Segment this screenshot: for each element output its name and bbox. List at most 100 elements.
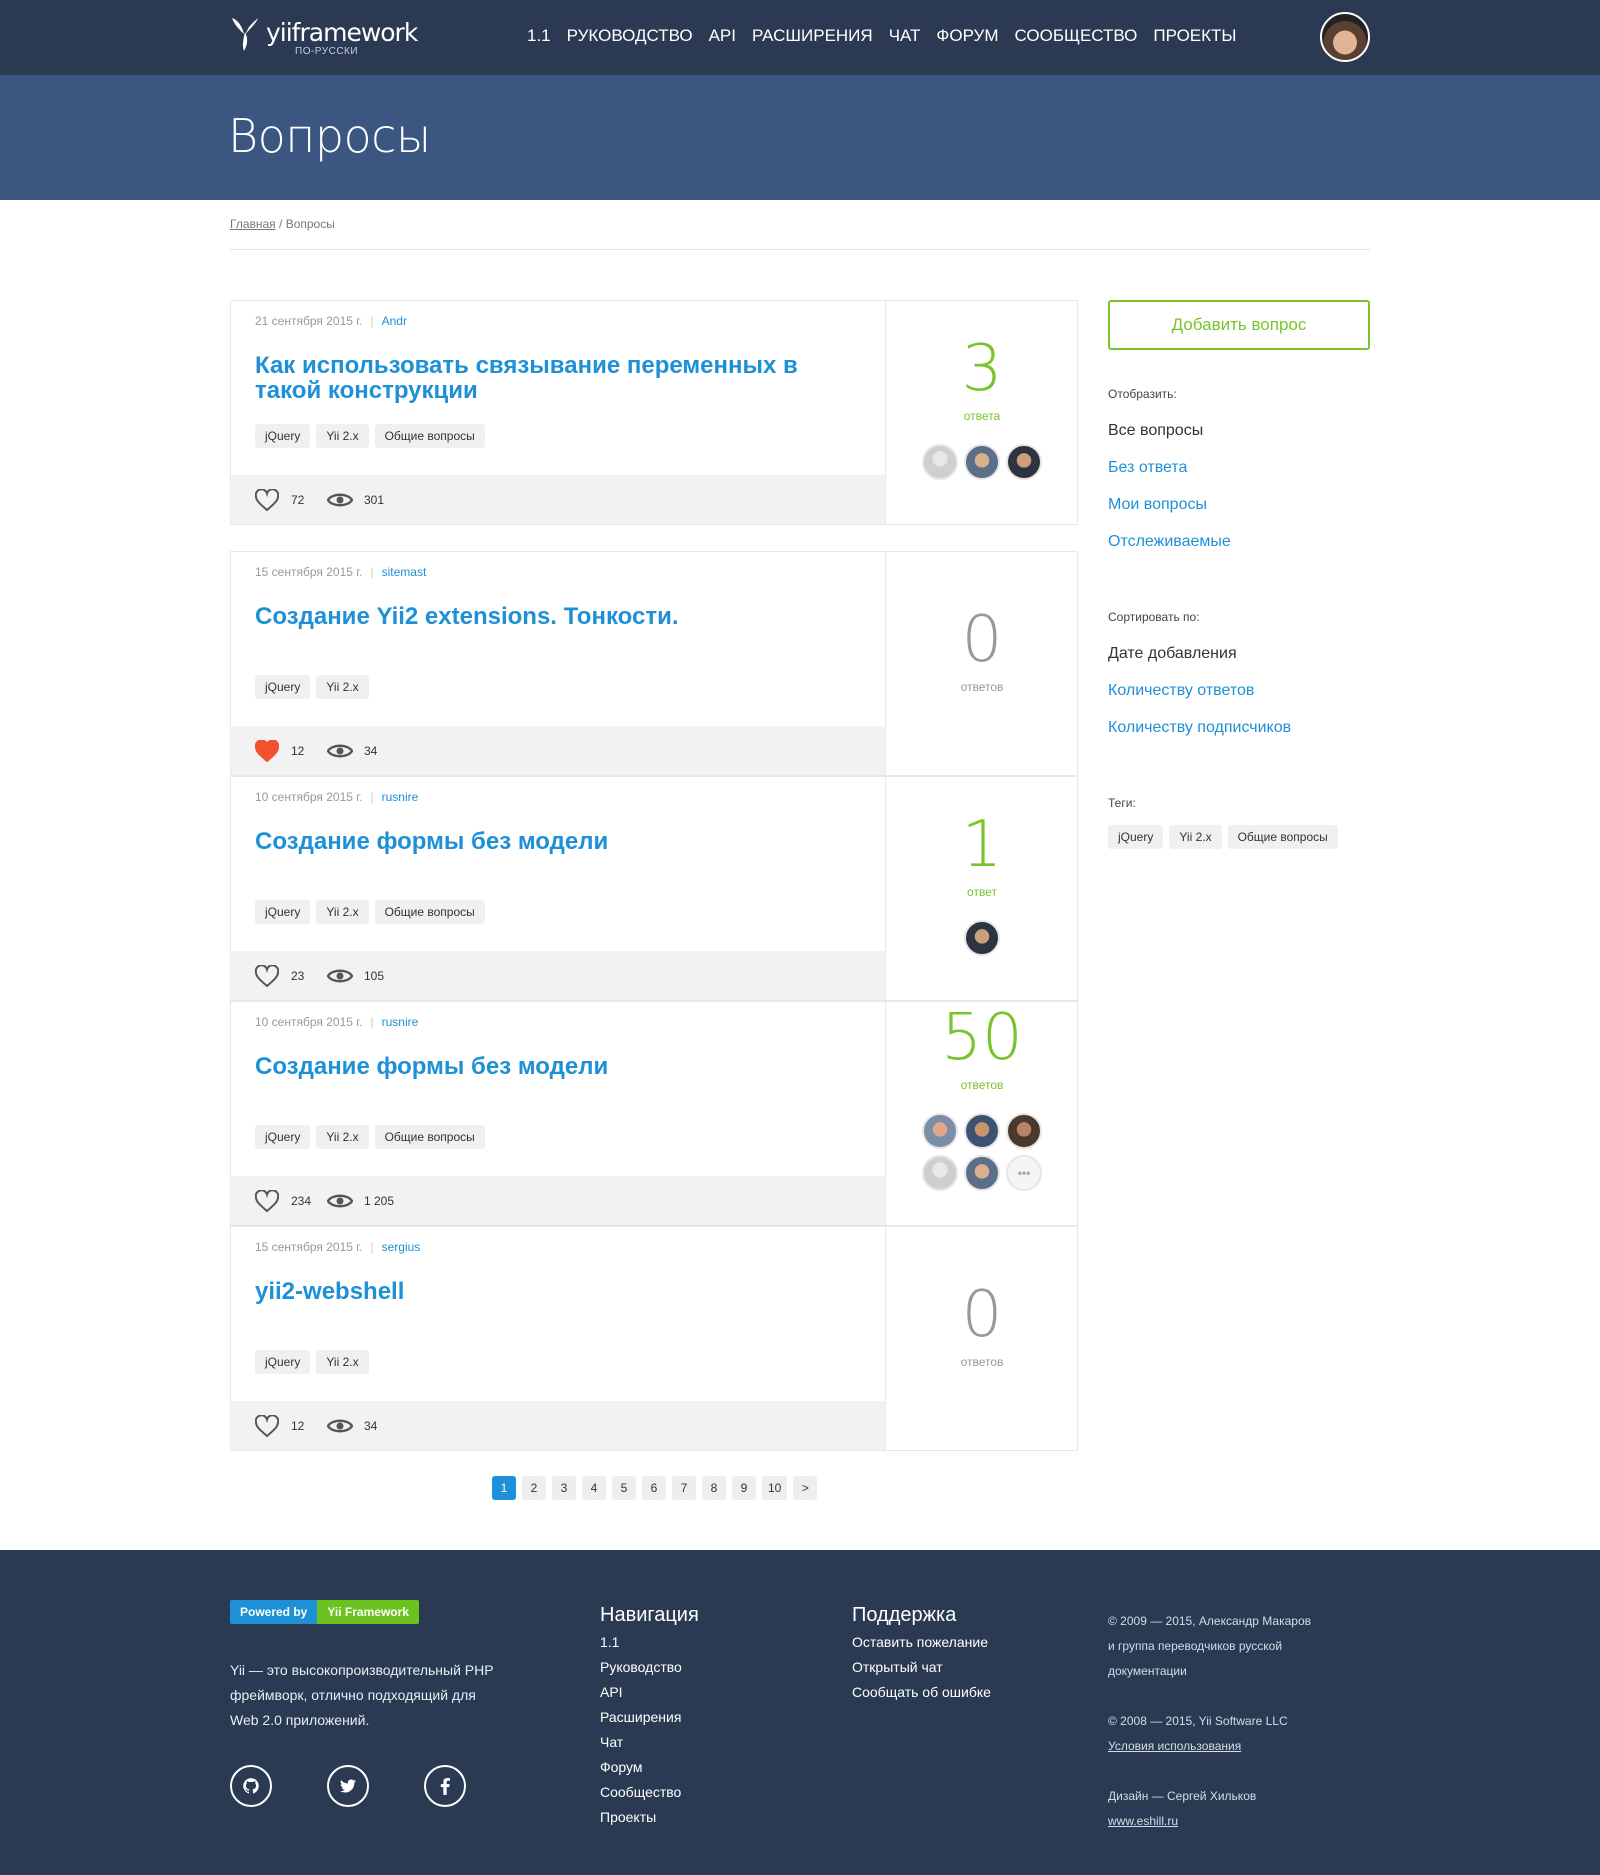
sidebar-tag-yii2[interactable]: Yii 2.x: [1169, 825, 1222, 849]
question-tag[interactable]: Yii 2.x: [316, 424, 369, 448]
filter-all-questions[interactable]: Все вопросы: [1108, 422, 1203, 440]
page-link[interactable]: 9: [732, 1476, 756, 1500]
answerer-avatar[interactable]: [964, 1113, 1000, 1149]
page-link[interactable]: 2: [522, 1476, 546, 1500]
facebook-icon[interactable]: [424, 1765, 466, 1807]
footer-nav-community[interactable]: Сообщество: [600, 1784, 681, 1800]
filter-my-questions[interactable]: Мои вопросы: [1108, 496, 1207, 514]
answerer-avatar[interactable]: [964, 920, 1000, 956]
footer-terms-link[interactable]: Условия использования: [1108, 1739, 1241, 1753]
question-title-link[interactable]: Создание Yii2 extensions. Тонкости.: [255, 604, 845, 629]
filter-unanswered[interactable]: Без ответа: [1108, 459, 1187, 477]
question-meta: 10 сентября 2015 г. | rusnire: [255, 790, 419, 804]
question-tag[interactable]: Yii 2.x: [316, 900, 369, 924]
user-avatar[interactable]: [1320, 12, 1370, 62]
like-count: 234: [291, 1194, 312, 1208]
question-tag[interactable]: Общие вопросы: [374, 900, 485, 924]
question-meta: 21 сентября 2015 г. | Andr: [255, 314, 407, 328]
eye-icon: [327, 969, 353, 983]
answerer-avatar[interactable]: [1006, 444, 1042, 480]
answerer-avatar[interactable]: [964, 1155, 1000, 1191]
question-author-link[interactable]: rusnire: [382, 790, 419, 804]
answerer-avatar[interactable]: [922, 1113, 958, 1149]
nav-item-community[interactable]: СООБЩЕСТВО: [1015, 26, 1138, 46]
question-author-link[interactable]: sitemast: [382, 565, 427, 579]
footer-nav-1-1[interactable]: 1.1: [600, 1634, 619, 1650]
heart-icon[interactable]: [255, 740, 279, 762]
question-stats: 234 1 205: [231, 1176, 885, 1225]
footer-nav-chat[interactable]: Чат: [600, 1734, 623, 1750]
nav-item-1-1[interactable]: 1.1: [527, 26, 551, 46]
footer-nav-guide[interactable]: Руководство: [600, 1659, 682, 1675]
nav-item-extensions[interactable]: РАСШИРЕНИЯ: [752, 26, 873, 46]
question-tag[interactable]: Yii 2.x: [316, 675, 369, 699]
question-body: 15 сентября 2015 г. | sergius yii2-webshel…: [231, 1227, 885, 1450]
footer-design-link[interactable]: www.eshill.ru: [1108, 1814, 1178, 1828]
page-link[interactable]: 7: [672, 1476, 696, 1500]
question-tag[interactable]: Yii 2.x: [316, 1125, 369, 1149]
page-link[interactable]: 6: [642, 1476, 666, 1500]
footer-support-bug[interactable]: Сообщать об ошибке: [852, 1684, 991, 1700]
question-tag[interactable]: jQuery: [255, 1125, 311, 1149]
question-stats: 23 105: [231, 951, 885, 1000]
next-page-button[interactable]: >: [793, 1476, 818, 1500]
question-tag[interactable]: Yii 2.x: [316, 1350, 369, 1374]
sort-by-date[interactable]: Дате добавления: [1108, 645, 1237, 663]
page-link[interactable]: 4: [582, 1476, 606, 1500]
github-icon[interactable]: [230, 1765, 272, 1807]
sidebar-tag-general[interactable]: Общие вопросы: [1227, 825, 1338, 849]
answerer-avatar[interactable]: [964, 444, 1000, 480]
sort-by-subscribers[interactable]: Количеству подписчиков: [1108, 719, 1291, 737]
nav-item-api[interactable]: API: [709, 26, 736, 46]
footer-support-title: Поддержка: [852, 1604, 957, 1626]
nav-item-forum[interactable]: ФОРУМ: [936, 26, 998, 46]
breadcrumb-home-link[interactable]: Главная: [230, 217, 276, 231]
page-link[interactable]: 3: [552, 1476, 576, 1500]
footer-nav-api[interactable]: API: [600, 1684, 623, 1700]
question-tag[interactable]: jQuery: [255, 900, 311, 924]
question-title-link[interactable]: Как использовать связывание переменных в…: [255, 353, 845, 403]
heart-icon[interactable]: [255, 1190, 279, 1212]
answerer-avatar[interactable]: [1006, 1113, 1042, 1149]
more-answerers-icon[interactable]: •••: [1006, 1155, 1042, 1191]
footer-nav-projects[interactable]: Проекты: [600, 1809, 656, 1825]
question-tag[interactable]: Общие вопросы: [374, 424, 485, 448]
footer-support-feedback[interactable]: Оставить пожелание: [852, 1634, 988, 1650]
heart-icon[interactable]: [255, 965, 279, 987]
page-link[interactable]: 10: [762, 1476, 788, 1500]
add-question-button[interactable]: Добавить вопрос: [1108, 300, 1370, 350]
yii-logo[interactable]: yiiframework ПО-РУССКИ: [230, 16, 418, 60]
question-title-link[interactable]: Создание формы без модели: [255, 829, 845, 854]
question-tag[interactable]: jQuery: [255, 424, 311, 448]
question-tag[interactable]: jQuery: [255, 1350, 311, 1374]
page-link[interactable]: 5: [612, 1476, 636, 1500]
answerer-avatar[interactable]: [922, 1155, 958, 1191]
question-tags: jQuery Yii 2.x: [255, 1350, 369, 1374]
question-title-link[interactable]: yii2-webshell: [255, 1279, 845, 1304]
sidebar-tag-jquery[interactable]: jQuery: [1108, 825, 1164, 849]
sort-by-answers[interactable]: Количеству ответов: [1108, 682, 1254, 700]
twitter-icon[interactable]: [327, 1765, 369, 1807]
heart-icon[interactable]: [255, 1415, 279, 1437]
question-tag[interactable]: Общие вопросы: [374, 1125, 485, 1149]
answers-column: 3 ответа: [885, 301, 1077, 524]
answerer-avatar[interactable]: [922, 444, 958, 480]
footer-support-chat[interactable]: Открытый чат: [852, 1659, 943, 1675]
page-link[interactable]: 1: [492, 1476, 516, 1500]
powered-by-badge[interactable]: Powered by Yii Framework: [230, 1600, 419, 1624]
footer-nav-forum[interactable]: Форум: [600, 1759, 643, 1775]
heart-icon[interactable]: [255, 489, 279, 511]
nav-item-projects[interactable]: ПРОЕКТЫ: [1153, 26, 1236, 46]
nav-item-guide[interactable]: РУКОВОДСТВО: [567, 26, 693, 46]
question-author-link[interactable]: sergius: [382, 1240, 421, 1254]
answers-column: 0 ответов: [885, 552, 1077, 775]
question-title-link[interactable]: Создание формы без модели: [255, 1054, 845, 1079]
page-link[interactable]: 8: [702, 1476, 726, 1500]
filter-watched[interactable]: Отслеживаемые: [1108, 533, 1231, 551]
answer-count-label: ответа: [963, 409, 1001, 423]
question-author-link[interactable]: rusnire: [382, 1015, 419, 1029]
footer-nav-extensions[interactable]: Расширения: [600, 1709, 681, 1725]
question-tag[interactable]: jQuery: [255, 675, 311, 699]
nav-item-chat[interactable]: ЧАТ: [889, 26, 921, 46]
question-author-link[interactable]: Andr: [382, 314, 407, 328]
